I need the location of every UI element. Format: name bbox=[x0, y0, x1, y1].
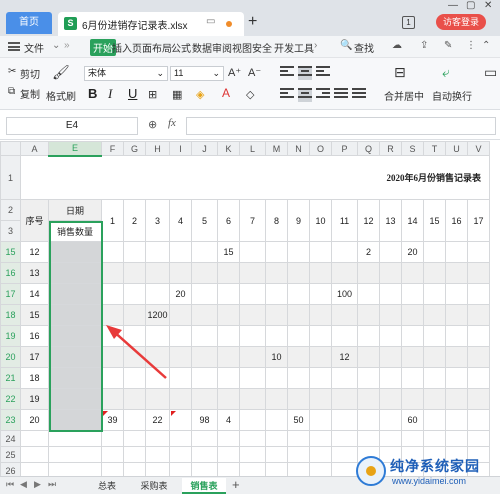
sheet-tab-summary[interactable]: 总表 bbox=[90, 478, 124, 494]
add-sheet-icon[interactable]: + bbox=[232, 477, 240, 492]
annotation-arrow bbox=[106, 325, 167, 379]
first-sheet-icon[interactable]: ⏮ bbox=[6, 479, 14, 490]
sheet-tab-purchase[interactable]: 采购表 bbox=[134, 478, 174, 494]
next-sheet-icon[interactable]: ▶ bbox=[34, 479, 41, 490]
watermark-title: 纯净系统家园 bbox=[390, 458, 480, 474]
watermark: 纯净系统家园 www.yidaimei.com bbox=[356, 452, 500, 492]
watermark-logo-icon bbox=[356, 456, 386, 486]
sheet-tab-sales[interactable]: 销售表 bbox=[182, 478, 226, 494]
prev-sheet-icon[interactable]: ◀ bbox=[20, 479, 27, 490]
last-sheet-icon[interactable]: ⏭ bbox=[48, 479, 56, 490]
watermark-url: www.yidaimei.com bbox=[392, 476, 467, 486]
